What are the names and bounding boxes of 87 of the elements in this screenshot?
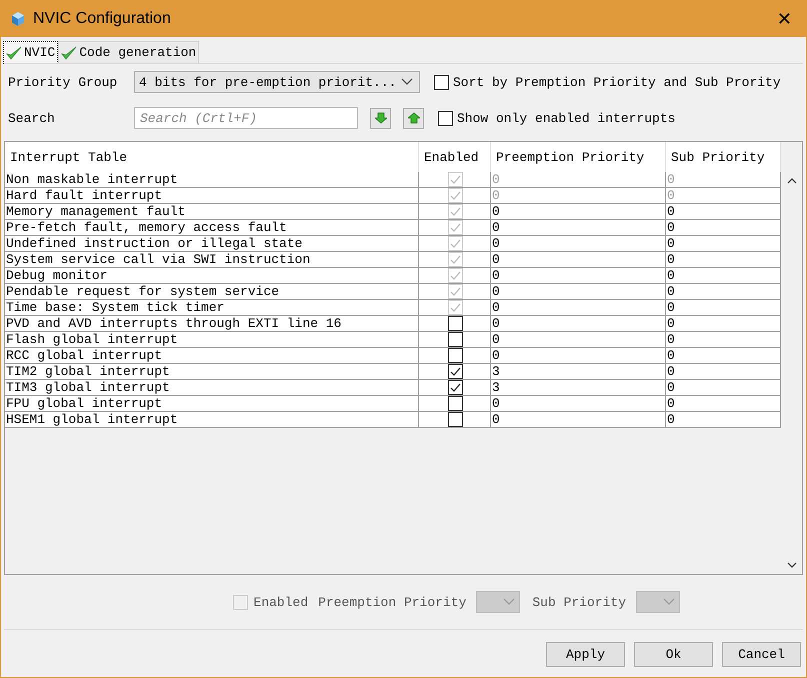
table-cell: 0 — [491, 268, 666, 284]
table-cell: FPU global interrupt — [5, 396, 419, 412]
checkbox-label: Enabled — [254, 594, 308, 610]
table-cell: 0 — [666, 412, 781, 428]
table-cell: 0 — [666, 284, 781, 300]
checkbox[interactable] — [434, 74, 449, 90]
table-cell: 0 — [666, 348, 781, 364]
table-cell: 3 — [491, 364, 666, 380]
table-cell: Pendable request for system service — [5, 284, 419, 300]
field-label: Preemption Priority — [318, 594, 466, 610]
table-cell: 0 — [666, 220, 781, 236]
table-cell: 0 — [666, 236, 781, 252]
table-cell: 0 — [666, 188, 781, 204]
enabled-checkbox[interactable] — [448, 348, 462, 363]
scroll-down-icon — [786, 562, 796, 568]
arrow-down-icon — [374, 112, 386, 124]
tab[interactable]: Code generation — [58, 41, 200, 64]
enabled-checkbox[interactable] — [448, 332, 462, 347]
table-cell: Memory management fault — [5, 204, 419, 220]
field-label: Sub Priority — [532, 594, 626, 610]
dialog-button[interactable]: Apply — [546, 642, 625, 667]
check-icon — [61, 44, 78, 60]
chevron-down-icon — [663, 598, 675, 606]
table-cell: 0 — [491, 284, 666, 300]
table-cell: 0 — [666, 396, 781, 412]
priority-group-dropdown[interactable]: 4 bits for pre-emption priorit... — [134, 71, 420, 93]
enabled-checkbox[interactable] — [448, 396, 462, 411]
table-cell: Time base: System tick timer — [5, 300, 419, 316]
table-cell: 0 — [491, 412, 666, 428]
checkbox-label: Sort by Premption Priority and Sub Prority — [453, 74, 781, 90]
table-cell: 0 — [491, 396, 666, 412]
table-cell: 0 — [491, 188, 666, 204]
table-cell: 0 — [491, 236, 666, 252]
table-cell: Flash global interrupt — [5, 332, 419, 348]
table-cell: 0 — [666, 380, 781, 396]
dialog-button[interactable]: Cancel — [722, 642, 801, 667]
table-cell: 0 — [491, 204, 666, 220]
dialog-button[interactable]: Ok — [634, 642, 713, 667]
field-label: Search — [8, 110, 56, 126]
table-cell: 0 — [491, 252, 666, 268]
chevron-down-icon — [401, 78, 413, 86]
search-field[interactable]: Search (Crtl+F) — [134, 107, 358, 129]
table-cell: 0 — [491, 220, 666, 236]
table-cell: TIM3 global interrupt — [5, 380, 419, 396]
table-cell: Debug monitor — [5, 268, 419, 284]
table-cell: TIM2 global interrupt — [5, 364, 419, 380]
scroll-up-icon — [786, 178, 796, 184]
table-cell: 0 — [666, 332, 781, 348]
sub-priority-dropdown[interactable] — [636, 591, 680, 613]
table-cell: 0 — [666, 364, 781, 380]
table-cell: 0 — [491, 348, 666, 364]
table-cell: 0 — [491, 316, 666, 332]
enabled-checkbox[interactable] — [448, 364, 462, 379]
table-cell: PVD and AVD interrupts through EXTI line 16 — [5, 316, 419, 332]
table-cell: System service call via SWI instruction — [5, 252, 419, 268]
enabled-checkbox[interactable] — [448, 316, 462, 331]
table-cell: 0 — [491, 332, 666, 348]
chevron-down-icon — [503, 598, 516, 606]
table-cell: Undefined instruction or illegal state — [5, 236, 419, 252]
table-cell: 0 — [666, 300, 781, 316]
table-cell: 0 — [666, 172, 781, 188]
check-icon — [6, 44, 22, 60]
table-cell: 3 — [491, 380, 666, 396]
table-cell: 0 — [491, 300, 666, 316]
window-title: NVIC Configuration — [33, 10, 171, 28]
table-cell: 0 — [666, 316, 781, 332]
table-cell: 0 — [491, 172, 666, 188]
previous-button[interactable] — [403, 108, 424, 128]
app-icon — [11, 11, 25, 27]
preemption-dropdown[interactable] — [476, 591, 520, 613]
enabled-checkbox[interactable] — [448, 412, 462, 427]
field-label: Priority Group — [8, 74, 118, 90]
table-cell: RCC global interrupt — [5, 348, 419, 364]
close-button[interactable]: ✕ — [772, 8, 796, 30]
table-cell: Hard fault interrupt — [5, 188, 419, 204]
table-cell: 0 — [666, 204, 781, 220]
tab[interactable]: NVIC — [3, 41, 58, 64]
checkbox-label: Show only enabled interrupts — [457, 110, 676, 126]
arrow-up-icon — [408, 112, 420, 124]
enabled-checkbox[interactable] — [448, 380, 462, 395]
table-cell: 0 — [666, 268, 781, 284]
checkbox[interactable] — [438, 110, 453, 126]
table-cell: 0 — [666, 252, 781, 268]
table-cell: Pre-fetch fault, memory access fault — [5, 220, 419, 236]
table-cell: Non maskable interrupt — [5, 172, 419, 188]
table-cell: HSEM1 global interrupt — [5, 412, 419, 428]
next-button[interactable] — [370, 108, 391, 128]
